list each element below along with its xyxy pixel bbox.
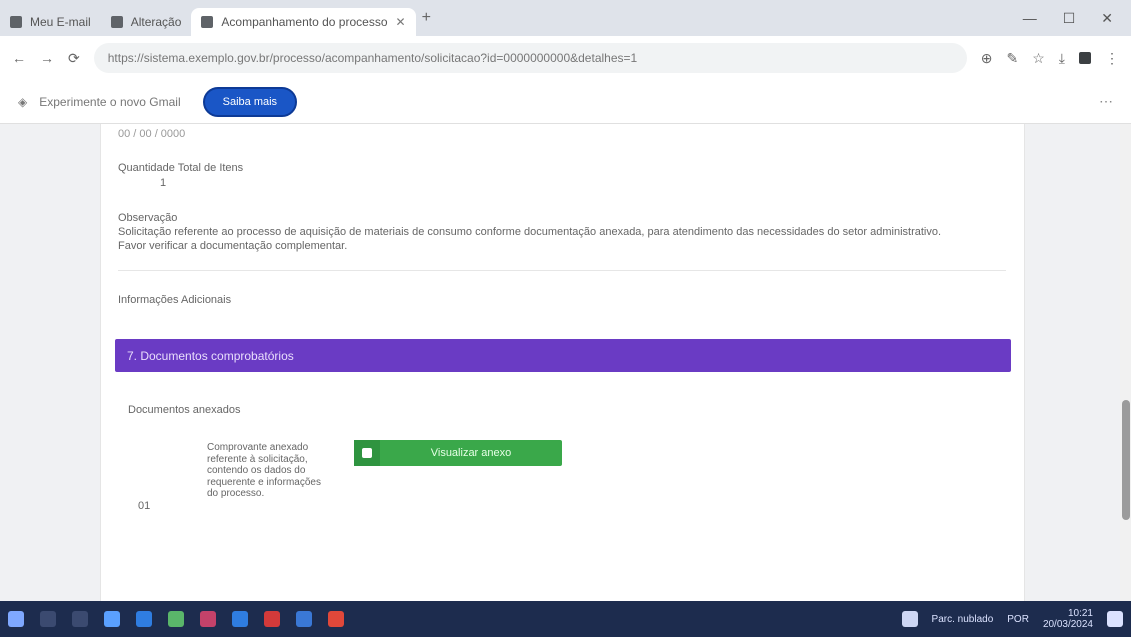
new-tab-button[interactable]: + <box>422 9 431 27</box>
url-text: https://sistema.exemplo.gov.br/processo/… <box>107 51 638 65</box>
field-quantity-label: Quantidade Total de Itens <box>118 162 244 174</box>
view-attachment-button[interactable]: Visualizar anexo <box>354 440 562 466</box>
tab-alteracao-label: Alteração <box>130 15 182 29</box>
explorer-icon[interactable] <box>104 611 120 627</box>
additional-info-label: Informações Adicionais <box>118 294 232 306</box>
close-tab-icon[interactable]: ✕ <box>396 15 406 29</box>
tab-alteracao[interactable]: Alteração <box>101 8 192 36</box>
office-icon[interactable] <box>328 611 344 627</box>
address-toolbar: ← → ⟳ https://sistema.exemplo.gov.br/pro… <box>0 36 1131 80</box>
excel-icon[interactable] <box>168 611 184 627</box>
scrollbar-track[interactable] <box>1120 124 1131 601</box>
pdf-icon[interactable] <box>264 611 280 627</box>
app-icon[interactable] <box>200 611 216 627</box>
window-controls: — ☐ ✕ <box>1023 10 1131 27</box>
weather-text: Parc. nublado <box>931 613 994 625</box>
info-bar: ◈ Experimente o novo Gmail Saiba mais ⋯ <box>0 80 1131 124</box>
reload-icon[interactable]: ⟳ <box>68 50 80 67</box>
info-bar-button[interactable]: Saiba mais <box>202 86 298 117</box>
observation-text-2: Favor verificar a documentação complemen… <box>118 240 348 252</box>
extension-icon[interactable]: ✎ <box>1007 50 1019 67</box>
minimize-icon[interactable]: — <box>1023 10 1037 27</box>
close-window-icon[interactable]: ✕ <box>1101 10 1113 27</box>
mail-icon[interactable] <box>232 611 248 627</box>
widget-icon[interactable] <box>901 611 918 627</box>
back-icon[interactable]: ← <box>12 50 26 66</box>
page-background: 00 / 00 / 0000 Quantidade Total de Itens… <box>0 124 1131 601</box>
doc-favicon-icon <box>110 16 123 28</box>
view-attachment-label: Visualizar anexo <box>430 447 512 459</box>
clock-time: 10:21 <box>1067 608 1093 619</box>
clock[interactable]: 10:21 20/03/2024 <box>1043 608 1093 630</box>
tab-email[interactable]: Meu E-mail <box>0 8 101 36</box>
observation-label: Observação <box>118 212 178 224</box>
system-tray: Parc. nublado POR 10:21 20/03/2024 <box>901 608 1123 630</box>
scrollbar-thumb[interactable] <box>1122 400 1130 520</box>
section-title: 7. Documentos comprobatórios <box>127 348 294 363</box>
menu-icon[interactable]: ⋮ <box>1105 50 1119 67</box>
divider <box>118 270 1006 271</box>
info-bar-text: Experimente o novo Gmail <box>39 94 181 109</box>
downloads-icon[interactable]: ⤓ <box>1059 50 1065 67</box>
section-header: 7. Documentos comprobatórios <box>115 339 1011 372</box>
tab-email-label: Meu E-mail <box>30 15 91 29</box>
observation-text: Solicitação referente ao processo de aqu… <box>118 226 942 238</box>
profile-icon[interactable] <box>1079 52 1091 64</box>
browser-tab-bar: Meu E-mail Alteração Acompanhamento do p… <box>0 0 1131 36</box>
tab-acompanhamento[interactable]: Acompanhamento do processo ✕ <box>191 8 416 36</box>
tab-acompanhamento-label: Acompanhamento do processo <box>221 15 388 29</box>
language-text: POR <box>1007 613 1029 625</box>
start-icon[interactable] <box>8 611 24 627</box>
document-description: Comprovante anexado referente à solicita… <box>207 442 321 499</box>
word-icon[interactable] <box>296 611 312 627</box>
search-icon[interactable] <box>40 611 56 627</box>
documents-label: Documentos anexados <box>128 404 241 416</box>
clock-date: 20/03/2024 <box>1042 619 1093 630</box>
top-value: 00 / 00 / 0000 <box>118 128 186 140</box>
chrome-icon[interactable] <box>136 611 152 627</box>
toolbar-icons: ⊕ ✎ ☆ ⤓ ⋮ <box>981 50 1119 67</box>
windows-taskbar: Parc. nublado POR 10:21 20/03/2024 <box>0 601 1131 637</box>
field-quantity-value: 1 <box>160 177 167 189</box>
maximize-icon[interactable]: ☐ <box>1063 10 1076 27</box>
star-icon[interactable]: ☆ <box>1032 50 1045 67</box>
info-bar-more-icon[interactable]: ⋯ <box>1099 93 1113 110</box>
forward-icon[interactable]: → <box>40 50 54 66</box>
site-favicon-icon <box>201 16 214 28</box>
email-favicon-icon <box>10 16 22 28</box>
notifications-icon[interactable] <box>1107 611 1123 627</box>
lock-icon <box>354 440 380 466</box>
url-bar[interactable]: https://sistema.exemplo.gov.br/processo/… <box>93 43 967 73</box>
gmail-icon: ◈ <box>18 94 28 109</box>
row-number: 01 <box>138 500 151 512</box>
task-view-icon[interactable] <box>72 611 88 627</box>
zoom-icon[interactable]: ⊕ <box>981 50 993 67</box>
